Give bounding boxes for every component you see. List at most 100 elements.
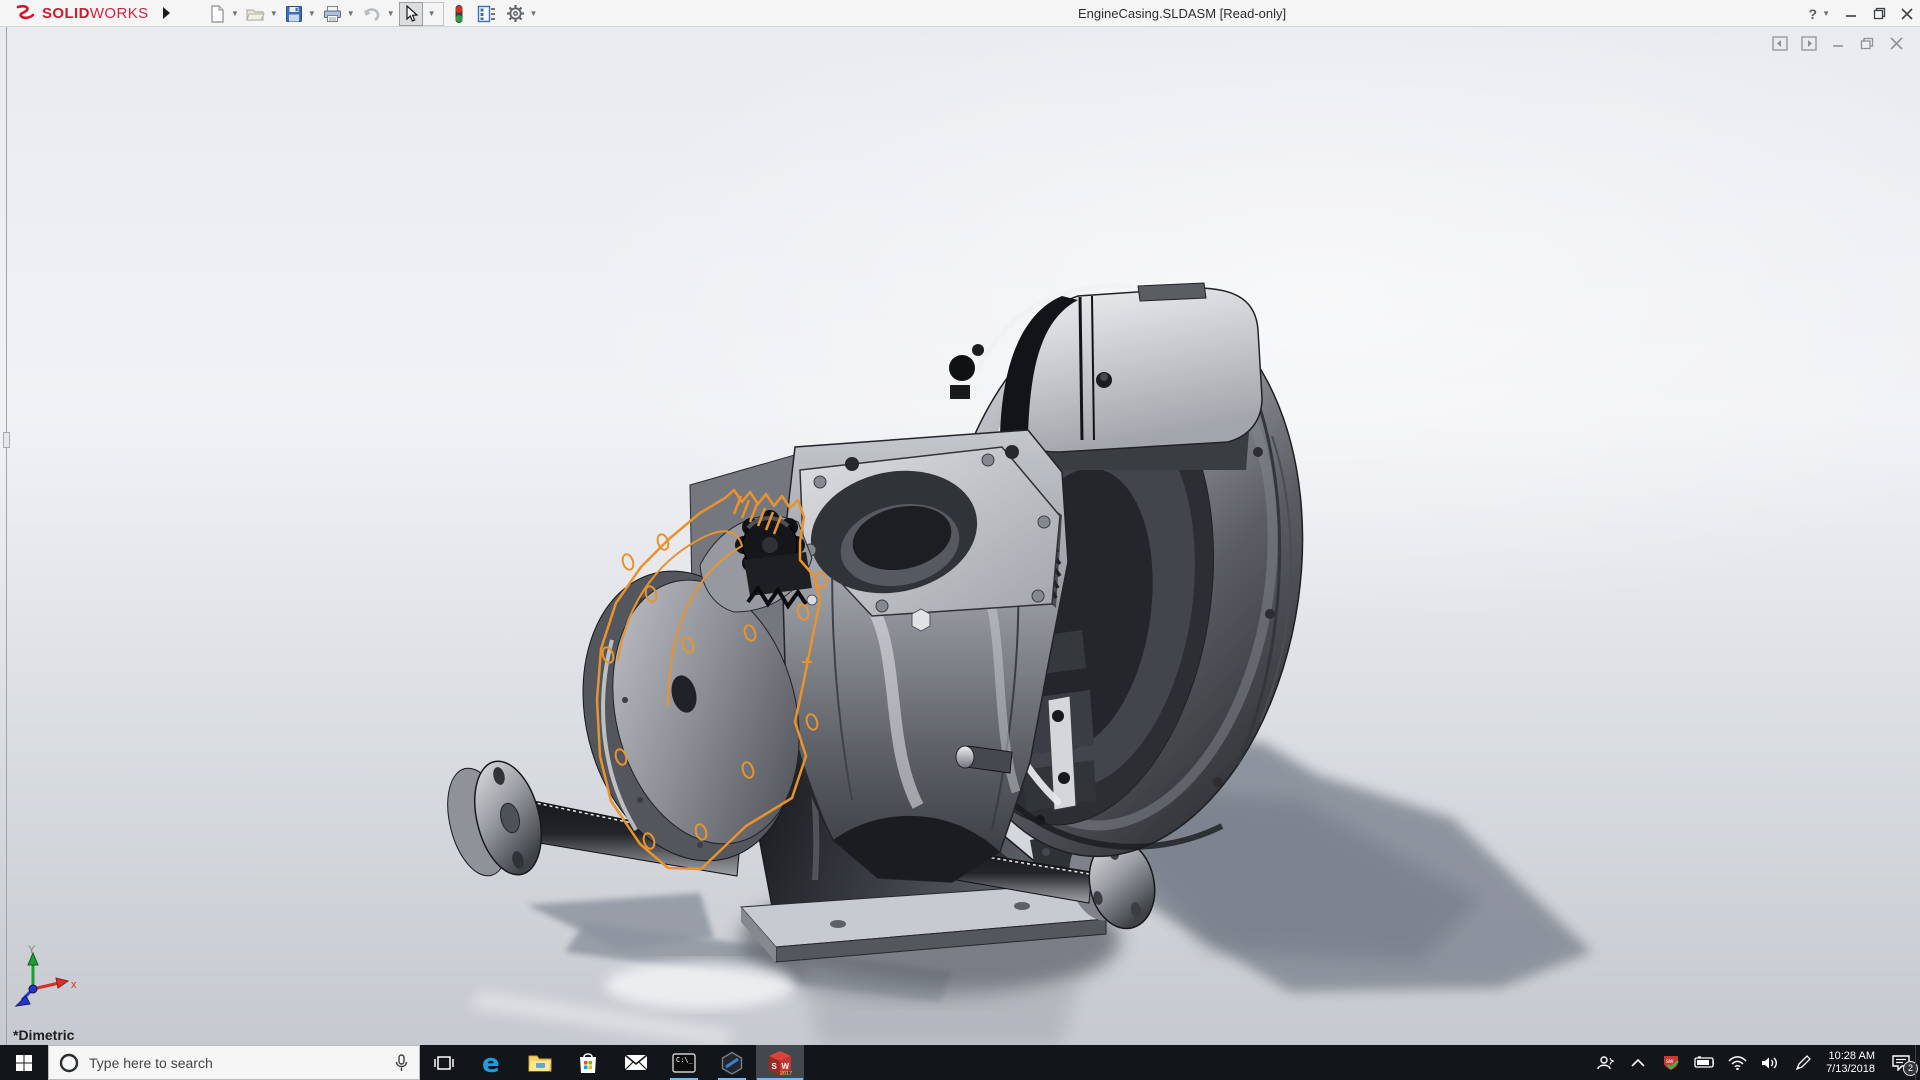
doc-minimize-button[interactable] [1830,35,1846,51]
select-tool-button[interactable] [398,1,423,26]
triad-x-label: x [71,979,77,991]
battery-icon[interactable] [1694,1056,1715,1069]
open-button[interactable] [243,2,268,26]
clock-time: 10:28 AM [1828,1049,1875,1062]
new-document-icon [211,4,224,23]
edge-icon: e [482,1050,500,1076]
doc-close-icon [1889,36,1903,50]
open-folder-icon [246,8,265,21]
rebuild-button[interactable] [450,2,468,26]
save-dropdown-caret[interactable]: ▼ [308,9,316,18]
feature-panel-splitter[interactable] [6,27,7,1045]
svg-text:W: W [782,1062,790,1071]
start-button[interactable] [0,1045,48,1080]
close-icon [1901,7,1913,20]
close-button[interactable] [1900,7,1914,21]
doc-minimize-icon [1833,45,1843,47]
file-properties-icon [477,5,495,22]
people-icon[interactable] [1595,1055,1615,1071]
document-window-controls [1772,35,1904,51]
mail-icon [624,1054,648,1071]
options-dropdown-caret[interactable]: ▼ [530,9,538,18]
select-cursor-icon [406,4,419,22]
doc-restore-icon [1860,37,1874,49]
windows-logo-icon [16,1054,32,1071]
microphone-icon[interactable] [394,1053,409,1073]
open-dropdown-caret[interactable]: ▼ [270,9,278,18]
svg-text:S: S [772,1062,778,1071]
action-center-button[interactable]: 2 [1888,1050,1918,1076]
gear-icon [506,5,524,22]
doc-close-button[interactable] [1888,35,1904,51]
taskbar-edge-button[interactable]: e [468,1045,516,1080]
taskbar-cad-viewer-button[interactable] [708,1045,756,1080]
new-document-button[interactable] [205,2,229,26]
command-prompt-icon: C:\_ [672,1052,696,1073]
select-dropdown-caret[interactable]: ▼ [422,1,444,26]
wifi-icon[interactable] [1727,1055,1747,1070]
options-button[interactable] [503,2,528,26]
tile-left-icon [1772,35,1788,51]
taskbar-mail-button[interactable] [612,1045,660,1080]
window-title: EngineCasing.SLDASM [Read-only] [1078,6,1287,21]
taskbar-app-icons: e C:\_ S W 2017 [420,1045,804,1080]
solidworks-logo: SOLIDWORKS [14,2,149,25]
file-explorer-icon [528,1055,552,1071]
doc-restore-button[interactable] [1859,35,1875,51]
print-button[interactable] [320,2,345,26]
main-toolbar: ▼ ▼ ▼ ▼ ▼ ▼ ▼ [205,1,541,26]
save-button[interactable] [282,2,306,26]
hidden-icons-chevron[interactable] [1628,1058,1648,1067]
panel-expand-handle[interactable] [3,432,10,448]
file-properties-button[interactable] [474,2,499,26]
solidworks-window: SOLIDWORKS ▼ ▼ ▼ ▼ ▼ ▼ ▼ EngineCasing.SL… [0,0,1920,1080]
system-tray: sw 10:28 AM 7/13/2018 2 [1595,1045,1918,1080]
volume-icon[interactable] [1760,1056,1780,1070]
undo-icon [363,7,380,21]
cortana-icon [59,1053,79,1072]
help-dropdown-caret[interactable]: ▼ [1822,9,1830,18]
undo-button[interactable] [359,2,385,26]
taskbar-file-explorer-button[interactable] [516,1045,564,1080]
pen-icon[interactable] [1793,1054,1813,1071]
minimize-icon [1846,14,1856,17]
minimize-button[interactable] [1844,7,1858,21]
restore-button[interactable] [1872,7,1886,21]
orientation-triad: Y x [14,944,77,1007]
rebuild-traffic-light-icon [455,4,463,23]
view-orientation-label: *Dimetric [13,1027,75,1043]
show-desktop-button[interactable] [1915,1045,1920,1080]
window-controls: ? ▼ [1809,0,1914,27]
help-button[interactable]: ? [1809,6,1818,22]
windows-taskbar: e [0,1045,1920,1080]
clock-date: 7/13/2018 [1826,1062,1875,1075]
store-icon [580,1052,596,1073]
tile-right-button[interactable] [1801,35,1817,51]
tile-left-button[interactable] [1772,35,1788,51]
restore-icon [1873,7,1885,20]
print-icon [323,5,341,22]
graphics-area[interactable]: Y x *Dimetric [0,27,1920,1045]
undo-dropdown-caret[interactable]: ▼ [387,9,395,18]
tile-right-icon [1801,35,1817,51]
taskbar-search[interactable] [48,1045,420,1080]
save-icon [285,5,302,22]
model-canvas[interactable] [0,27,1920,1045]
new-dropdown-caret[interactable]: ▼ [231,9,239,18]
search-input[interactable] [89,1054,384,1071]
print-dropdown-caret[interactable]: ▼ [347,9,355,18]
taskbar-command-prompt-button[interactable]: C:\_ [660,1045,708,1080]
svg-text:sw: sw [1666,1059,1674,1065]
solidworks-monitor-icon[interactable]: sw [1661,1054,1681,1072]
menu-flyout-arrow[interactable] [158,3,174,23]
taskbar-solidworks-button[interactable]: S W 2017 [756,1045,804,1080]
svg-text:e: e [482,1050,500,1076]
task-view-icon [434,1055,454,1070]
titlebar: SOLIDWORKS ▼ ▼ ▼ ▼ ▼ ▼ ▼ EngineCasing.SL… [0,0,1920,27]
ds-logo-icon [16,4,35,19]
svg-text:C:\_: C:\_ [676,1056,694,1064]
taskbar-store-button[interactable] [564,1045,612,1080]
task-view-button[interactable] [420,1045,468,1080]
taskbar-clock[interactable]: 10:28 AM 7/13/2018 [1826,1050,1875,1076]
cad-viewer-hexagon-icon [721,1051,743,1075]
